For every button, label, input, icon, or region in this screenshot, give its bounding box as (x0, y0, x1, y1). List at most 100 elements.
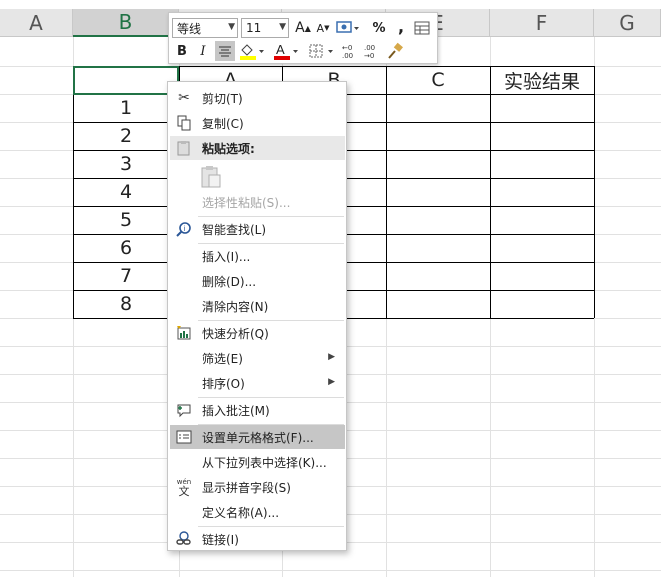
font-name-value: 等线 (177, 21, 202, 36)
grow-font-button[interactable]: A ▲ (293, 18, 313, 38)
table-border (594, 66, 595, 318)
cell-text: 7 (119, 265, 133, 287)
cell-text: 8 (119, 293, 133, 315)
column-header-b[interactable]: B (73, 9, 179, 37)
borders-button[interactable] (307, 41, 337, 61)
format-painter-button[interactable] (385, 41, 405, 61)
format-painter-icon (388, 42, 403, 59)
fill-bucket-icon (240, 44, 264, 60)
menu-item-copy[interactable]: 复制(C) (170, 111, 345, 135)
menu-item-smart-lookup[interactable]: i 智能查找(L) (170, 217, 345, 241)
svg-text:i: i (184, 225, 186, 233)
svg-text:.00: .00 (364, 44, 375, 52)
submenu-arrow-icon: ▶ (328, 377, 335, 387)
column-header-label: B (118, 10, 133, 34)
column-header-g[interactable]: G (594, 9, 661, 37)
context-menu: ✂ 剪切(T) 复制(C) 粘贴选项: 选择性粘贴(S)... i 智能查找(L… (167, 81, 347, 551)
menu-item-link[interactable]: 链接(I) (170, 527, 345, 551)
number-format-button[interactable] (335, 18, 361, 38)
menu-item-label: 复制(C) (202, 116, 244, 131)
menu-item-label: 筛选(E) (202, 351, 243, 366)
column-header-f[interactable]: F (490, 9, 594, 37)
table-header-cell[interactable]: 实验结果 (490, 66, 594, 94)
column-header-label: F (535, 10, 548, 35)
table-row-cell[interactable]: 1 (73, 94, 179, 122)
percent-style-button[interactable]: % (369, 18, 389, 38)
increase-decimal-icon: ←0 .00 (342, 44, 353, 60)
increase-decimal-button[interactable]: ←0 .00 (341, 41, 361, 61)
menu-item-paste-special[interactable]: 选择性粘贴(S)... (170, 190, 345, 214)
table-header-cell[interactable]: C (386, 66, 490, 94)
table-row-cell[interactable]: 2 (73, 122, 179, 150)
paste-option-clipboard[interactable] (170, 162, 345, 190)
menu-item-label: 链接(I) (202, 532, 239, 547)
menu-item-label: 显示拼音字段(S) (202, 480, 291, 495)
chevron-down-icon: ▼ (228, 22, 235, 32)
menu-item-paste-options: 粘贴选项: (170, 136, 345, 160)
menu-item-quick-analysis[interactable]: 快速分析(Q) (170, 321, 345, 345)
currency-format-icon (336, 21, 359, 33)
italic-icon: I (200, 43, 206, 59)
comma-style-button[interactable]: , (391, 16, 411, 36)
comma-icon: , (397, 16, 405, 36)
svg-text:.00: .00 (342, 52, 353, 60)
column-header-label: A (29, 10, 43, 35)
menu-item-filter[interactable]: 筛选(E) ▶ (170, 346, 345, 370)
menu-item-insert-comment[interactable]: 插入批注(M) (170, 398, 345, 422)
align-center-button[interactable] (215, 41, 235, 61)
menu-item-label: 排序(O) (202, 376, 245, 391)
copy-icon (175, 114, 193, 132)
format-table-button[interactable] (412, 18, 432, 38)
table-border (490, 66, 491, 318)
table-row-cell[interactable]: 5 (73, 206, 179, 234)
table-row-cell[interactable]: 3 (73, 150, 179, 178)
grow-font-icon: A (295, 20, 305, 36)
percent-icon: % (372, 20, 386, 36)
menu-item-cut[interactable]: ✂ 剪切(T) (170, 86, 345, 110)
menu-item-define-name[interactable]: 定义名称(A)... (170, 500, 345, 524)
menu-item-delete[interactable]: 删除(D)... (170, 269, 345, 293)
phonetic-icon: wén 文 (176, 477, 192, 498)
column-header-a[interactable]: A (0, 9, 73, 37)
menu-item-clear-contents[interactable]: 清除内容(N) (170, 294, 345, 318)
table-row-cell[interactable]: 6 (73, 234, 179, 262)
clipboard-icon (200, 165, 222, 189)
cell-text: C (431, 69, 445, 91)
fill-color-button[interactable] (237, 41, 267, 61)
table-row-cell[interactable]: 7 (73, 262, 179, 290)
active-cell-outline (73, 66, 179, 95)
decrease-decimal-button[interactable]: .00 →0 (363, 41, 383, 61)
menu-item-label: 删除(D)... (202, 274, 257, 289)
menu-item-pick-from-list[interactable]: 从下拉列表中选择(K)... (170, 450, 345, 474)
smart-lookup-icon: i (175, 220, 193, 238)
align-center-icon (219, 46, 231, 57)
menu-item-phonetic[interactable]: wén 文 显示拼音字段(S) (170, 475, 345, 499)
menu-item-sort[interactable]: 排序(O) ▶ (170, 371, 345, 395)
menu-item-label: 设置单元格格式(F)... (202, 430, 314, 445)
italic-button[interactable]: I (193, 41, 213, 61)
menu-item-format-cells[interactable]: 设置单元格格式(F)... (170, 425, 345, 449)
menu-item-label: 插入(I)... (202, 249, 251, 264)
menu-item-insert[interactable]: 插入(I)... (170, 244, 345, 268)
comment-icon (175, 401, 193, 419)
scissors-icon: ✂ (178, 90, 190, 106)
shrink-font-button[interactable]: A ▼ (313, 18, 333, 38)
table-row-cell[interactable]: 4 (73, 178, 179, 206)
menu-item-label: 从下拉列表中选择(K)... (202, 455, 327, 470)
menu-item-label: 选择性粘贴(S)... (202, 195, 291, 210)
shrink-font-icon: A (316, 21, 325, 35)
font-size-combo[interactable]: 11 ▼ (241, 18, 289, 38)
font-color-button[interactable]: A (271, 41, 301, 61)
bold-button[interactable]: B (172, 41, 192, 61)
chevron-down-icon: ▼ (279, 22, 286, 32)
fill-color-swatch (240, 56, 256, 60)
menu-item-label: 定义名称(A)... (202, 505, 280, 520)
font-name-combo[interactable]: 等线 ▼ (172, 18, 238, 38)
cell-text: 6 (119, 237, 133, 259)
format-cells-icon (175, 428, 193, 446)
table-row-cell[interactable]: 8 (73, 290, 179, 318)
quick-analysis-icon (175, 324, 193, 342)
font-color-letter: A (276, 42, 285, 57)
font-size-value: 11 (246, 21, 262, 35)
font-color-icon: A (274, 42, 298, 60)
